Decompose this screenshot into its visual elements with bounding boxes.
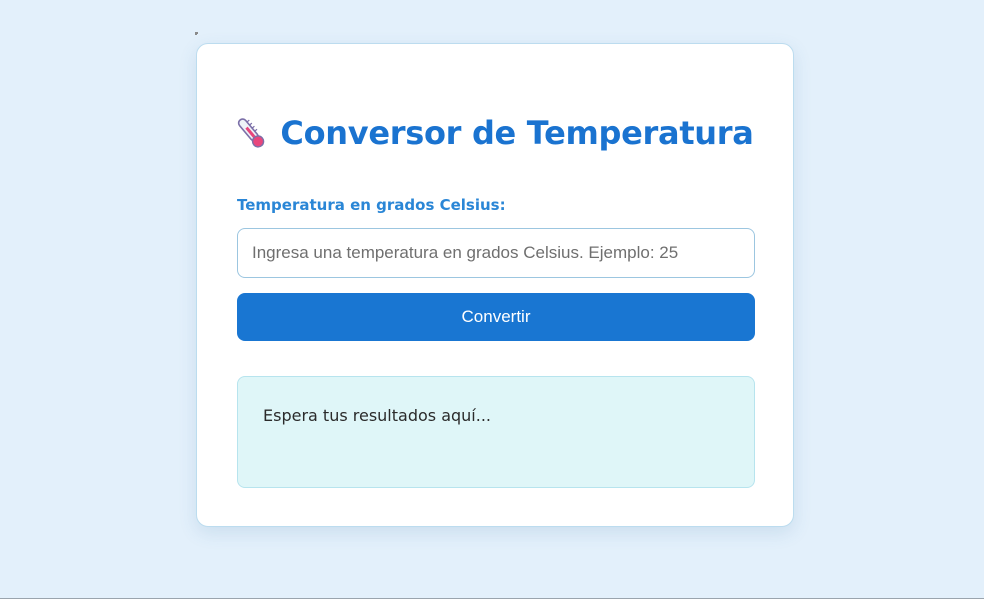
result-panel: Espera tus resultados aquí... [237,376,755,488]
title-text: Conversor de Temperatura [280,114,754,152]
celsius-input[interactable] [237,228,755,278]
window-corner-mark [195,32,198,35]
result-text: Espera tus resultados aquí... [263,406,491,425]
celsius-label: Temperatura en grados Celsius: [237,196,506,214]
converter-card: Conversor de Temperatura Temperatura en … [196,43,794,527]
thermometer-icon [236,114,266,152]
convert-button[interactable]: Convertir [237,293,755,341]
page-title: Conversor de Temperatura [197,114,793,152]
